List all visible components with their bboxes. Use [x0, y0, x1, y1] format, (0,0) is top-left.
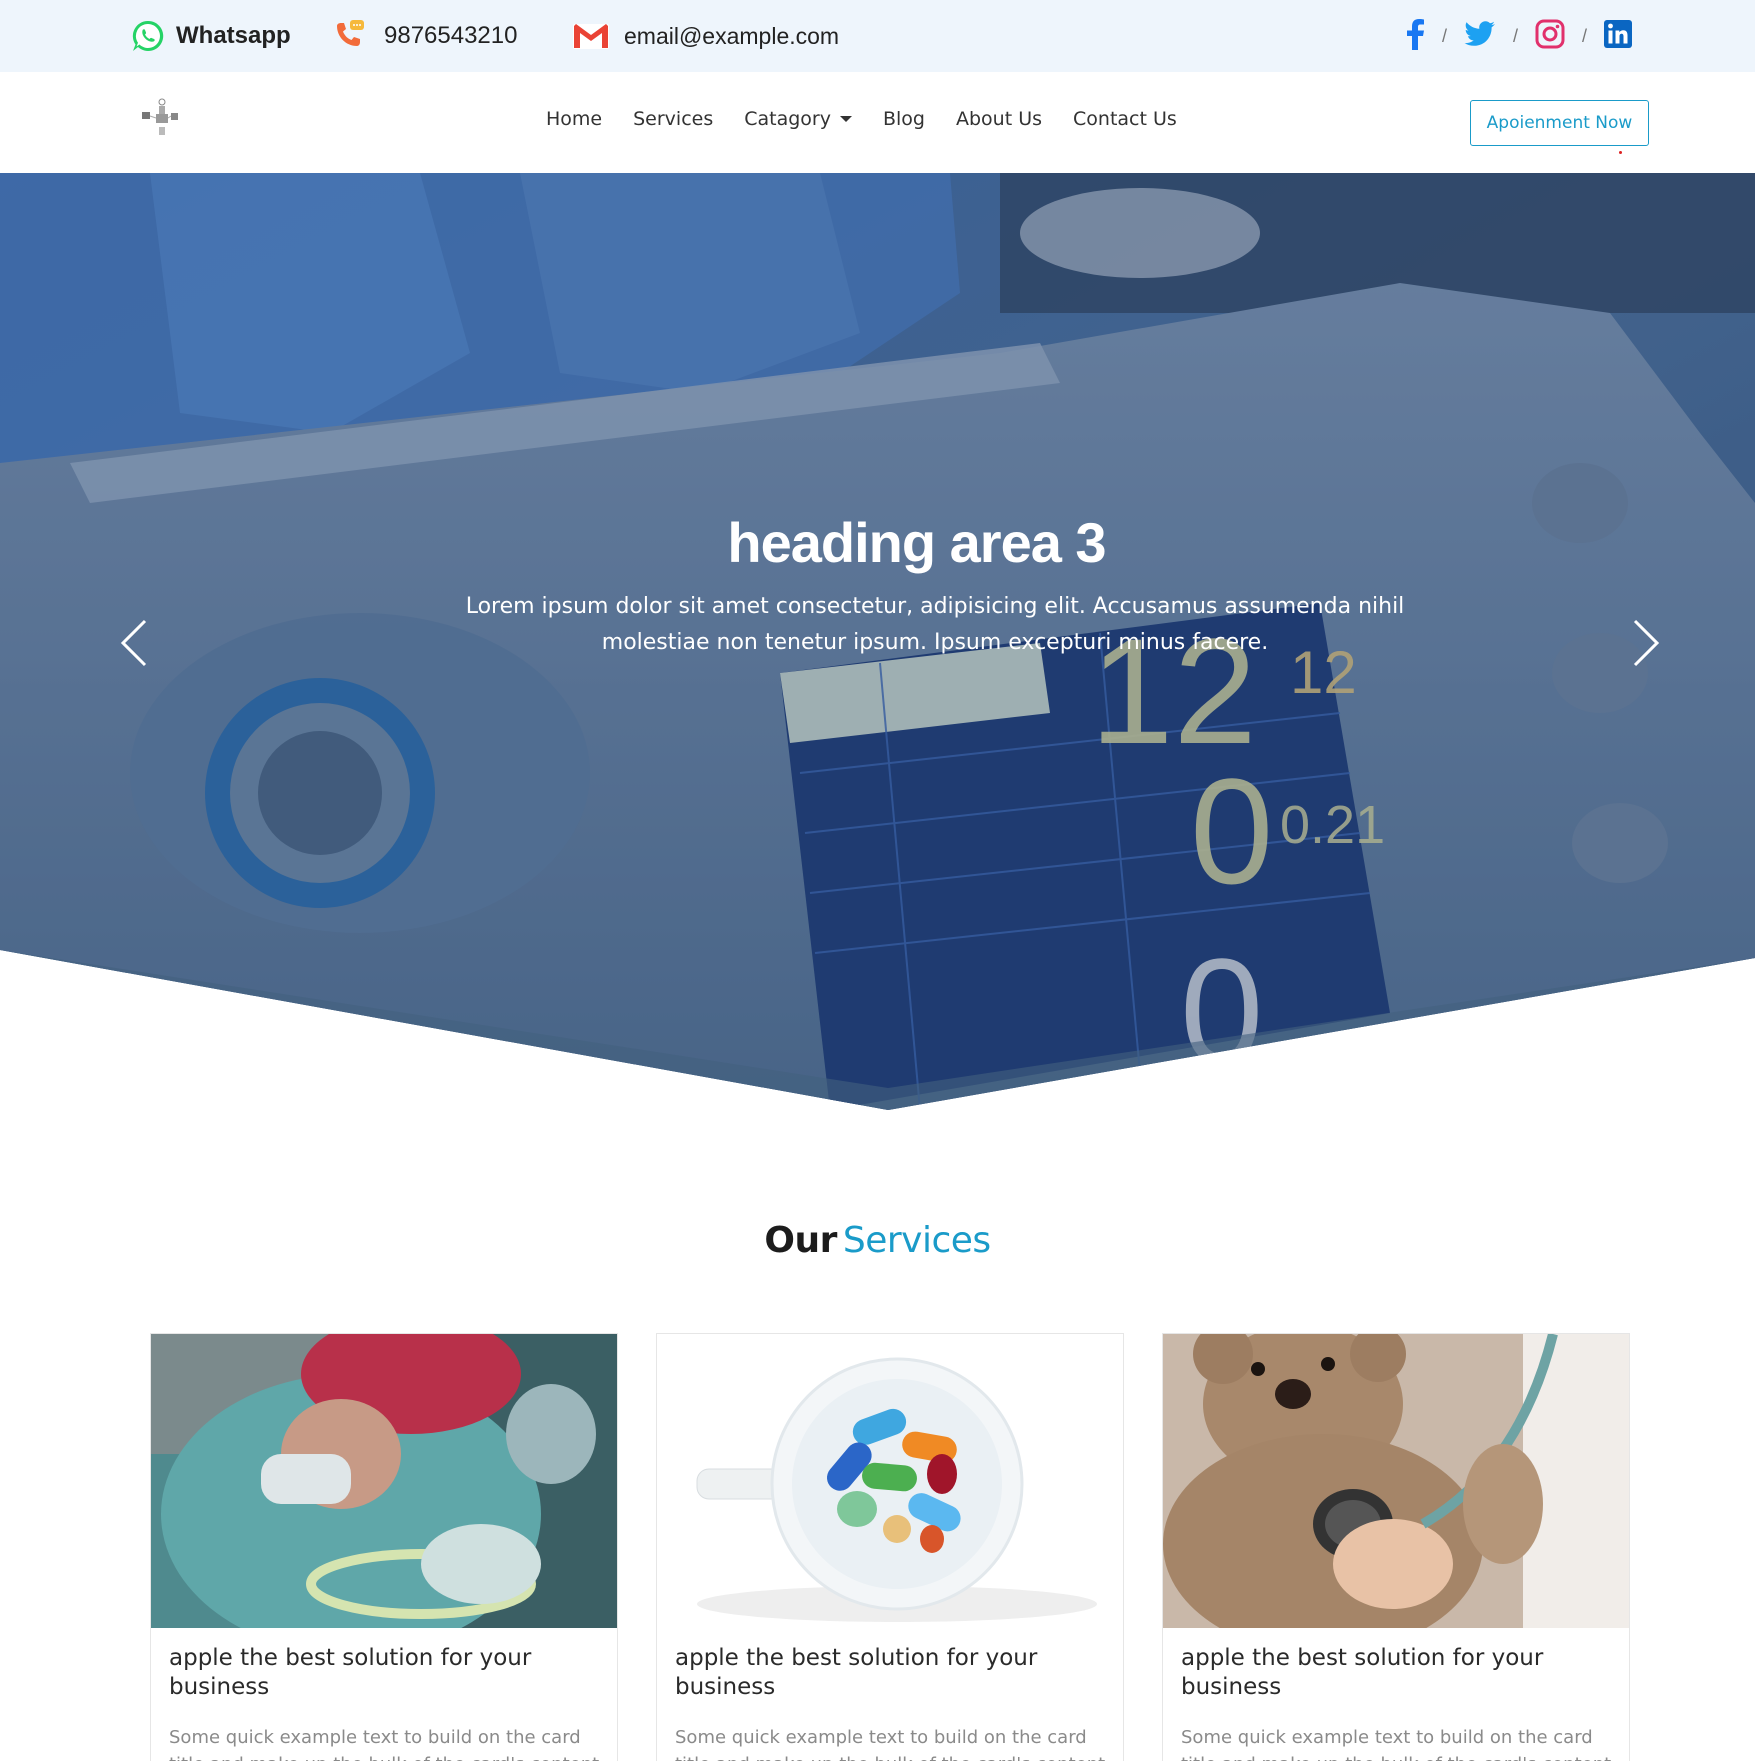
phone-icon	[332, 18, 368, 54]
whatsapp-contact[interactable]: Whatsapp	[130, 14, 291, 58]
gmail-icon	[572, 21, 610, 51]
services-heading-dark: Our	[764, 1220, 837, 1261]
surgery-image	[151, 1334, 617, 1628]
site-logo[interactable]	[138, 94, 226, 150]
phone-number: 9876543210	[384, 22, 518, 49]
social-links: / / /	[1405, 14, 1633, 58]
main-navbar: Home Services Catagory Blog About Us Con…	[0, 72, 1755, 173]
nav-category-dropdown[interactable]: Catagory	[744, 108, 852, 130]
services-heading-accent: Services	[842, 1220, 991, 1261]
pills-image	[657, 1334, 1123, 1628]
decorative-dot	[1619, 151, 1622, 154]
hero-title: heading area 3	[727, 511, 1106, 574]
card-text: Some quick example text to build on the …	[675, 1727, 1111, 1761]
teddy-bear-image	[1163, 1334, 1629, 1628]
instagram-icon[interactable]	[1535, 19, 1565, 54]
card-title: apple the best solution for your busines…	[169, 1645, 532, 1700]
twitter-icon[interactable]	[1464, 20, 1496, 53]
phone-contact[interactable]: 9876543210	[332, 14, 517, 58]
hero-carousel: 12 12 0 0.21 0 heading area 3 Lorem ipsu…	[0, 173, 1755, 1110]
service-card[interactable]: apple the best solution for your busines…	[656, 1333, 1124, 1761]
social-separator: /	[1442, 25, 1448, 46]
facebook-icon[interactable]	[1405, 18, 1425, 55]
whatsapp-label: Whatsapp	[176, 22, 291, 49]
caret-down-icon	[839, 116, 852, 122]
card-title: apple the best solution for your busines…	[1181, 1645, 1544, 1700]
email-contact[interactable]: email@example.com	[572, 14, 839, 58]
nav-menu: Home Services Catagory Blog About Us Con…	[546, 108, 1208, 130]
nav-contact-us[interactable]: Contact Us	[1073, 108, 1177, 130]
nav-services[interactable]: Services	[633, 108, 713, 130]
services-heading: Our Services	[0, 1220, 1755, 1261]
social-separator: /	[1513, 25, 1519, 46]
appointment-button[interactable]: Apoienment Now	[1470, 100, 1649, 146]
whatsapp-icon	[130, 18, 166, 54]
hero-description: Lorem ipsum dolor sit amet consectetur, …	[465, 594, 1405, 655]
card-text: Some quick example text to build on the …	[169, 1727, 605, 1761]
email-address: email@example.com	[624, 22, 840, 49]
nav-category-label: Catagory	[744, 108, 831, 130]
nav-about-us[interactable]: About Us	[956, 108, 1042, 130]
service-card[interactable]: apple the best solution for your busines…	[1162, 1333, 1630, 1761]
service-card[interactable]: apple the best solution for your busines…	[150, 1333, 618, 1761]
nav-home[interactable]: Home	[546, 108, 602, 130]
nav-blog[interactable]: Blog	[883, 108, 925, 130]
card-text: Some quick example text to build on the …	[1181, 1727, 1617, 1761]
top-contact-bar: Whatsapp 9876543210 email@example.com /	[0, 0, 1755, 72]
hero-caption: heading area 3 Lorem ipsum dolor sit ame…	[0, 510, 1755, 661]
social-separator: /	[1582, 25, 1588, 46]
linkedin-icon[interactable]	[1604, 19, 1633, 53]
card-title: apple the best solution for your busines…	[675, 1645, 1038, 1700]
